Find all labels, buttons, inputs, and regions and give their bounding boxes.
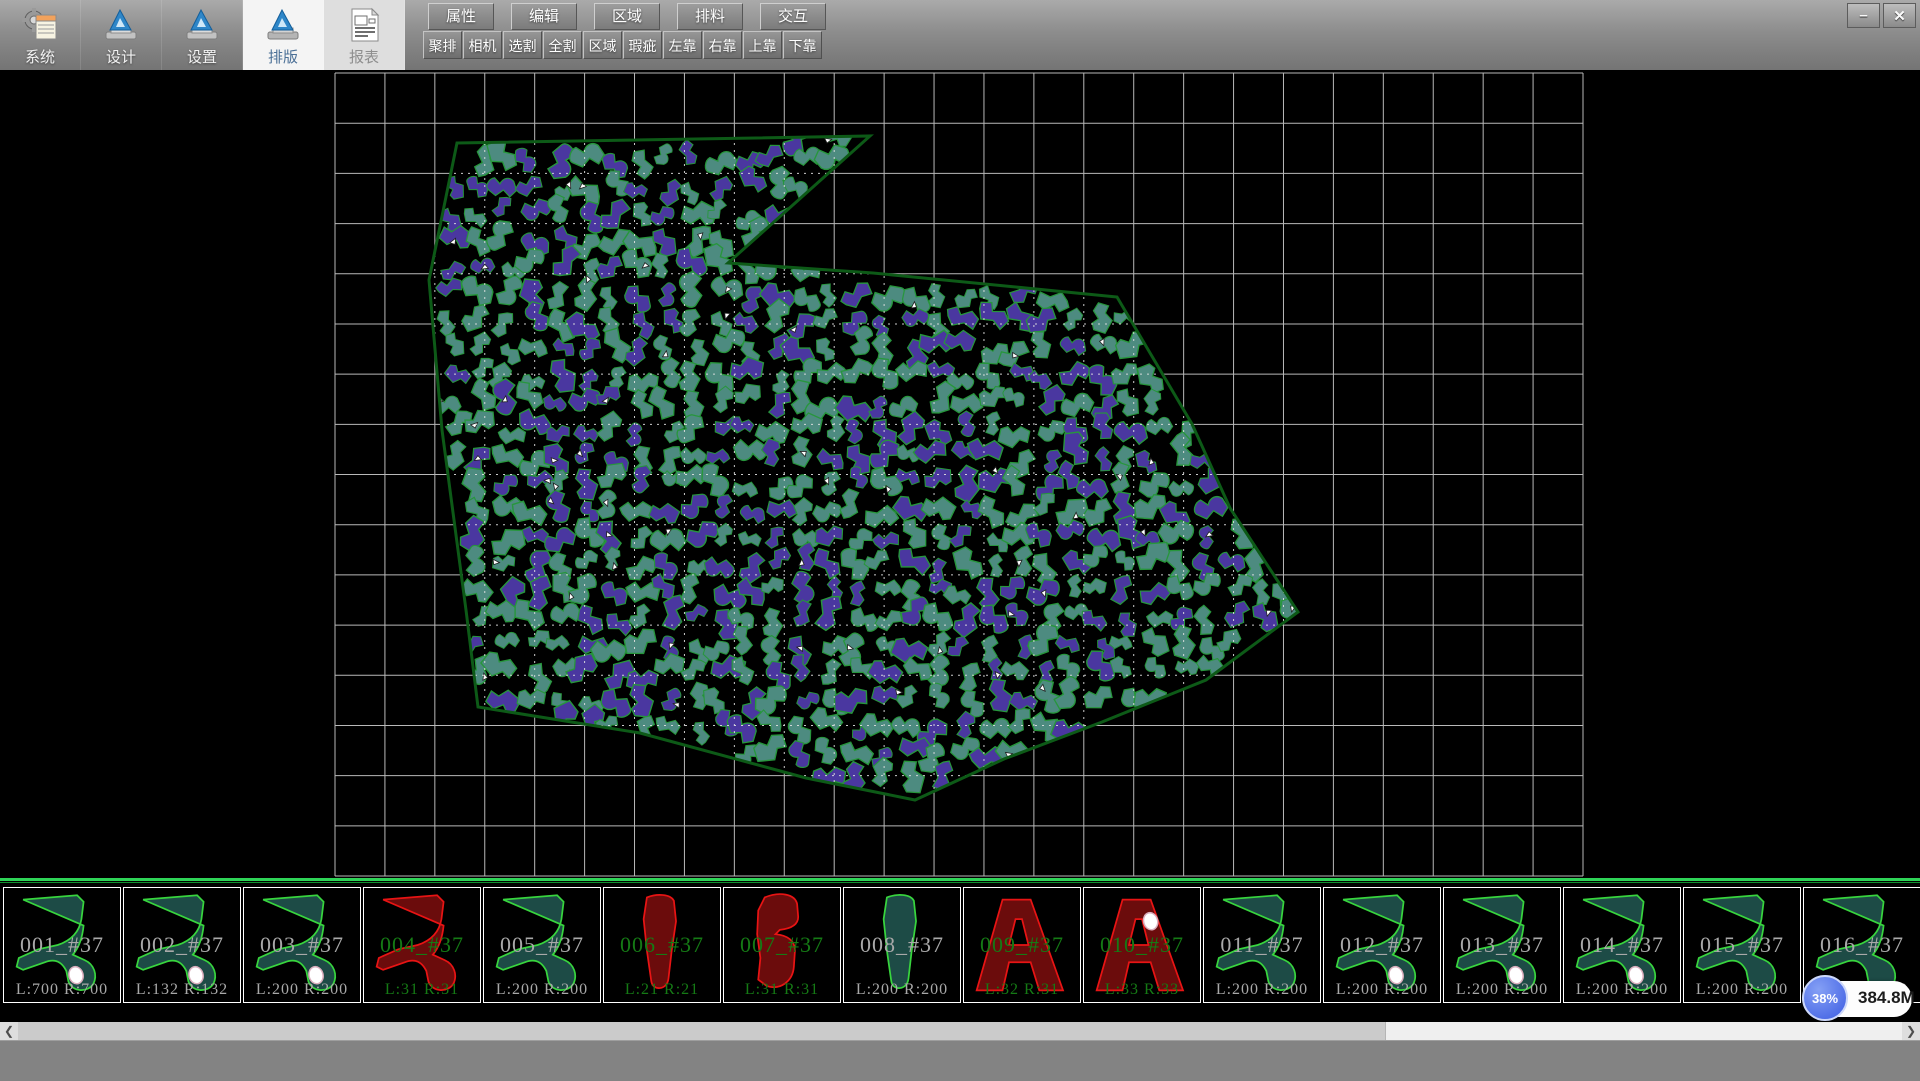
close-button[interactable]: ✕ bbox=[1883, 3, 1916, 28]
tool-button-2[interactable]: 选割 bbox=[503, 31, 542, 59]
thumbnail-cell-012_#37[interactable]: 012_#37 L:200 R:200 bbox=[1323, 887, 1441, 1003]
thumbnail-cell-004_#37[interactable]: 004_#37 L:31 R:31 bbox=[363, 887, 481, 1003]
thumbnail-id: 015_#37 bbox=[1684, 932, 1800, 958]
module-button-layout[interactable]: 排版 bbox=[243, 0, 324, 70]
module-button-label: 排版 bbox=[268, 46, 298, 67]
tool-button-5[interactable]: 瑕疵 bbox=[623, 31, 662, 59]
thumbnail-lr-counts: L:200 R:200 bbox=[1444, 981, 1560, 999]
module-button-label: 系统 bbox=[25, 46, 55, 67]
thumbnail-id: 016_#37 bbox=[1804, 932, 1920, 958]
menu-tab-4[interactable]: 交互 bbox=[760, 3, 826, 30]
window-controls: – ✕ bbox=[1847, 3, 1916, 28]
thumbnail-lr-counts: L:21 R:21 bbox=[604, 981, 720, 999]
thumbnail-cell-008_#37[interactable]: 008_#37 L:200 R:200 bbox=[843, 887, 961, 1003]
thumbnail-id: 011_#37 bbox=[1204, 932, 1320, 958]
thumbnail-lr-counts: L:32 R:31 bbox=[964, 981, 1080, 999]
system-gear-icon bbox=[21, 4, 59, 46]
thumbnail-lr-counts: L:700 R:700 bbox=[4, 981, 120, 999]
menu-tab-1[interactable]: 编辑 bbox=[511, 3, 577, 30]
thumbnail-cell-013_#37[interactable]: 013_#37 L:200 R:200 bbox=[1443, 887, 1561, 1003]
thumbnail-lr-counts: L:200 R:200 bbox=[1564, 981, 1680, 999]
module-button-design[interactable]: 设计 bbox=[81, 0, 162, 70]
thumbnail-id: 007_#37 bbox=[724, 932, 840, 958]
status-bar bbox=[0, 1040, 1920, 1081]
tool-button-bar: 聚排相机选割全割区域瑕疵左靠右靠上靠下靠 bbox=[423, 31, 822, 59]
thumbnail-lr-counts: L:33 R:33 bbox=[1084, 981, 1200, 999]
thumbnail-lr-counts: L:200 R:200 bbox=[1204, 981, 1320, 999]
thumbnail-lr-counts: L:200 R:200 bbox=[844, 981, 960, 999]
tool-button-9[interactable]: 下靠 bbox=[783, 31, 822, 59]
thumbnail-cell-002_#37[interactable]: 002_#37 L:132 R:132 bbox=[123, 887, 241, 1003]
scroll-right-arrow-icon[interactable]: ❯ bbox=[1902, 1022, 1920, 1040]
settings-ruler-icon bbox=[184, 4, 220, 46]
tool-button-8[interactable]: 上靠 bbox=[743, 31, 782, 59]
thumbnail-cell-010_#37[interactable]: 010_#37 L:33 R:33 bbox=[1083, 887, 1201, 1003]
tool-button-1[interactable]: 相机 bbox=[463, 31, 502, 59]
thumbnail-id: 002_#37 bbox=[124, 932, 240, 958]
thumbnail-id: 006_#37 bbox=[604, 932, 720, 958]
thumbnail-lr-counts: L:132 R:132 bbox=[124, 981, 240, 999]
thumbnail-id: 005_#37 bbox=[484, 932, 600, 958]
memory-value: 384.8M bbox=[1858, 988, 1915, 1008]
thumbnail-cell-015_#37[interactable]: 015_#37 L:200 R:200 bbox=[1683, 887, 1801, 1003]
thumbnail-lr-counts: L:200 R:200 bbox=[484, 981, 600, 999]
module-button-label: 设置 bbox=[187, 46, 217, 67]
module-button-settings[interactable]: 设置 bbox=[162, 0, 243, 70]
thumbnail-cell-006_#37[interactable]: 006_#37 L:21 R:21 bbox=[603, 887, 721, 1003]
minimize-button[interactable]: – bbox=[1847, 3, 1880, 28]
horizontal-scrollbar[interactable]: ❮ ❯ bbox=[0, 1022, 1920, 1040]
scrollbar-thumb[interactable] bbox=[18, 1022, 1386, 1040]
thumbnail-lr-counts: L:200 R:200 bbox=[1684, 981, 1800, 999]
layout-ruler-icon bbox=[265, 4, 301, 46]
thumbnail-id: 003_#37 bbox=[244, 932, 360, 958]
thumbnail-cell-011_#37[interactable]: 011_#37 L:200 R:200 bbox=[1203, 887, 1321, 1003]
scroll-left-arrow-icon[interactable]: ❮ bbox=[0, 1022, 18, 1040]
menu-tab-3[interactable]: 排料 bbox=[677, 3, 743, 30]
module-button-report[interactable]: 报表 bbox=[324, 0, 405, 70]
memory-percent: 38% bbox=[1812, 991, 1838, 1006]
thumbnail-id: 001_#37 bbox=[4, 932, 120, 958]
thumbnail-id: 012_#37 bbox=[1324, 932, 1440, 958]
thumbnail-id: 009_#37 bbox=[964, 932, 1080, 958]
module-button-system[interactable]: 系统 bbox=[0, 0, 81, 70]
tool-button-4[interactable]: 区域 bbox=[583, 31, 622, 59]
thumbnail-lr-counts: L:31 R:31 bbox=[364, 981, 480, 999]
thumbnail-id: 004_#37 bbox=[364, 932, 480, 958]
thumbnail-cell-005_#37[interactable]: 005_#37 L:200 R:200 bbox=[483, 887, 601, 1003]
design-ruler-icon bbox=[103, 4, 139, 46]
menu-tab-2[interactable]: 区域 bbox=[594, 3, 660, 30]
thumbnail-id: 008_#37 bbox=[844, 932, 960, 958]
thumbnail-cell-003_#37[interactable]: 003_#37 L:200 R:200 bbox=[243, 887, 361, 1003]
thumbnail-cell-007_#37[interactable]: 007_#37 L:31 R:31 bbox=[723, 887, 841, 1003]
thumbnail-lr-counts: L:200 R:200 bbox=[244, 981, 360, 999]
main-toolbar: 系统 设计 设置 bbox=[0, 0, 1920, 71]
thumbnail-lr-counts: L:200 R:200 bbox=[1324, 981, 1440, 999]
tool-button-6[interactable]: 左靠 bbox=[663, 31, 702, 59]
memory-percent-badge: 38% bbox=[1802, 975, 1848, 1021]
thumbnail-id: 010_#37 bbox=[1084, 932, 1200, 958]
menu-tab-bar: 属性编辑区域排料交互 bbox=[428, 3, 826, 30]
thumbnail-lr-counts: L:31 R:31 bbox=[724, 981, 840, 999]
menu-tab-0[interactable]: 属性 bbox=[428, 3, 494, 30]
module-button-label: 报表 bbox=[349, 46, 379, 67]
thumbnail-cells: 001_#37L:700 R:700002_#37L:132 R:132003_… bbox=[3, 887, 1920, 1003]
tool-button-7[interactable]: 右靠 bbox=[703, 31, 742, 59]
app-module-buttons: 系统 设计 设置 bbox=[0, 0, 405, 70]
module-button-label: 设计 bbox=[106, 46, 136, 67]
thumbnail-cell-001_#37[interactable]: 001_#37 L:700 R:700 bbox=[3, 887, 121, 1003]
report-document-icon bbox=[346, 4, 382, 46]
canvas-scene bbox=[0, 70, 1920, 878]
thumbnail-cell-014_#37[interactable]: 014_#37 L:200 R:200 bbox=[1563, 887, 1681, 1003]
tool-button-0[interactable]: 聚排 bbox=[423, 31, 462, 59]
tool-button-3[interactable]: 全割 bbox=[543, 31, 582, 59]
thumbnail-cell-009_#37[interactable]: 009_#37 L:32 R:31 bbox=[963, 887, 1081, 1003]
piece-thumbnail-strip: 001_#37L:700 R:700002_#37L:132 R:132003_… bbox=[0, 878, 1920, 1022]
thumbnail-id: 014_#37 bbox=[1564, 932, 1680, 958]
thumbnail-id: 013_#37 bbox=[1444, 932, 1560, 958]
nesting-canvas[interactable] bbox=[0, 70, 1920, 878]
